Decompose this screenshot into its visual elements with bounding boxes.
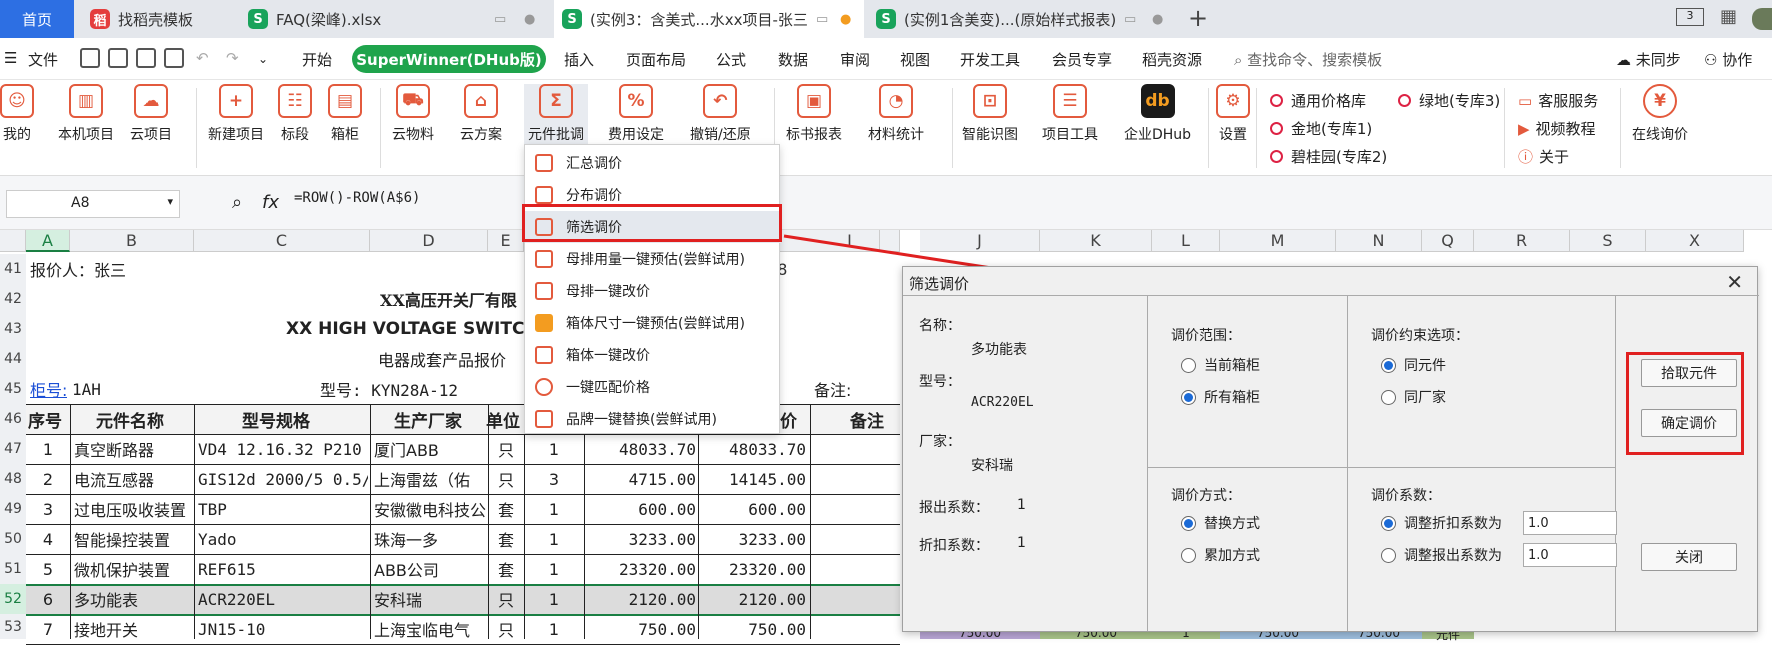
quote-coef-input[interactable]: 1.0 — [1523, 543, 1617, 567]
quote-coef-label: 报出系数： — [919, 500, 989, 516]
dialog-divider — [903, 295, 1759, 296]
close-button[interactable]: 关闭 — [1641, 543, 1737, 571]
radio-indicator-selected — [1181, 515, 1196, 531]
radio-label: 同厂家 — [1404, 390, 1446, 406]
radio-current-cabinet[interactable]: 当前箱柜 — [1181, 355, 1260, 375]
radio-label: 调整折扣系数为 — [1404, 516, 1502, 532]
radio-all-cabinets[interactable]: 所有箱柜 — [1181, 387, 1260, 407]
radio-label: 替换方式 — [1204, 516, 1260, 532]
radio-same-maker[interactable]: 同厂家 — [1381, 387, 1446, 407]
dialog-title: 筛选调价 — [909, 275, 970, 293]
discount-coef-input[interactable]: 1.0 — [1523, 511, 1617, 535]
dialog-divider — [1147, 467, 1615, 468]
radio-indicator-selected — [1381, 357, 1396, 373]
radio-adjust-discount[interactable]: 调整折扣系数为 — [1381, 513, 1502, 533]
radio-indicator — [1381, 389, 1396, 405]
radio-indicator-selected — [1181, 389, 1196, 405]
radio-same-component[interactable]: 同元件 — [1381, 355, 1446, 375]
dialog-divider — [1615, 295, 1616, 631]
radio-label: 累加方式 — [1204, 548, 1260, 564]
radio-indicator-selected — [1381, 515, 1396, 531]
close-icon[interactable]: ✕ — [1726, 270, 1743, 294]
radio-indicator — [1181, 357, 1196, 373]
radio-indicator — [1381, 547, 1396, 563]
dialog-divider — [1147, 295, 1148, 631]
name-label: 名称： — [919, 318, 961, 334]
discount-coef-value: 1 — [1017, 535, 1026, 551]
radio-indicator — [1181, 547, 1196, 563]
discount-coef-label: 折扣系数： — [919, 538, 989, 554]
constraint-label: 调价约束选项： — [1371, 328, 1469, 344]
radio-adjust-quote[interactable]: 调整报出系数为 — [1381, 545, 1502, 565]
maker-value: 安科瑞 — [971, 458, 1013, 474]
radio-replace[interactable]: 替换方式 — [1181, 513, 1260, 533]
maker-label: 厂家： — [919, 434, 961, 450]
name-value: 多功能表 — [971, 342, 1027, 358]
radio-accumulate[interactable]: 累加方式 — [1181, 545, 1260, 565]
model-label: 型号： — [919, 374, 961, 390]
radio-label: 调整报出系数为 — [1404, 548, 1502, 564]
radio-label: 所有箱柜 — [1204, 390, 1260, 406]
method-label: 调价方式： — [1171, 488, 1241, 504]
coef-label: 调价系数： — [1371, 488, 1441, 504]
range-label: 调价范围： — [1171, 328, 1241, 344]
radio-label: 当前箱柜 — [1204, 358, 1260, 374]
quote-coef-value: 1 — [1017, 497, 1026, 513]
highlight-box-dialog-buttons — [1626, 352, 1744, 455]
model-value: ACR220EL — [971, 395, 1034, 410]
radio-label: 同元件 — [1404, 358, 1446, 374]
dialog-divider — [1347, 295, 1348, 631]
